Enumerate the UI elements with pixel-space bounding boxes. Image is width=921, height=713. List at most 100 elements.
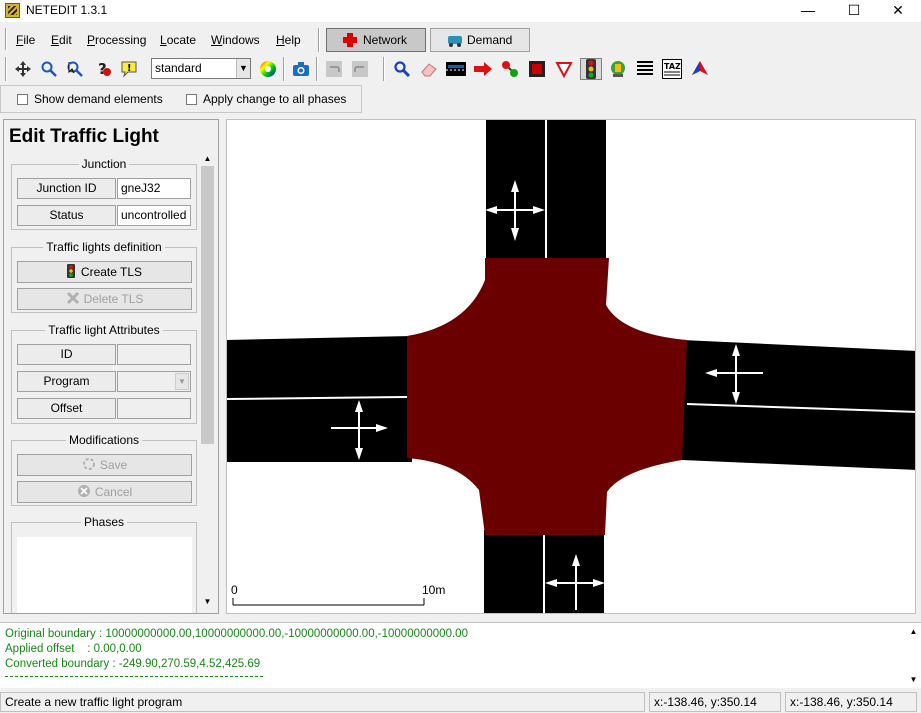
- eraser-icon[interactable]: [418, 58, 440, 80]
- panel-title: Edit Traffic Light: [9, 126, 159, 147]
- console-scroll-up-icon[interactable]: ▲: [906, 625, 921, 639]
- scroll-down-icon[interactable]: ▼: [200, 595, 215, 609]
- scale-bar: [232, 598, 425, 606]
- lane-icon[interactable]: [634, 58, 656, 80]
- scroll-thumb[interactable]: [201, 166, 214, 444]
- save-button[interactable]: Save: [17, 454, 192, 476]
- menu-grip: [5, 28, 7, 50]
- camera-icon[interactable]: [290, 58, 312, 80]
- move-arrow-icon[interactable]: [472, 58, 494, 80]
- prohibition-icon[interactable]: [526, 58, 548, 80]
- connection-icon[interactable]: [499, 58, 521, 80]
- traffic-light-icon: [66, 264, 75, 278]
- console-line-2: Applied offset : 0.00,0.00: [5, 643, 142, 655]
- console-scroll-down-icon[interactable]: ▼: [906, 673, 921, 687]
- view-scheme-select[interactable]: standard ▼: [151, 58, 251, 79]
- message-console: Original boundary : 10000000000.00,10000…: [0, 622, 921, 688]
- console-separator: [5, 676, 263, 677]
- crossing-icon[interactable]: [553, 58, 575, 80]
- demand-icon: [448, 36, 462, 47]
- status-coords-2: x:-138.46, y:350.14: [785, 692, 917, 712]
- console-line-1: Original boundary : 10000000000.00,10000…: [5, 628, 468, 640]
- menu-processing[interactable]: Processing: [87, 33, 146, 47]
- tls-attributes-title: Traffic light Attributes: [45, 323, 163, 337]
- menu-help[interactable]: Help: [276, 33, 301, 47]
- program-label: Program: [17, 371, 116, 392]
- junction-group: Junction Junction ID gneJ32 Status uncon…: [11, 157, 197, 230]
- move-icon[interactable]: [12, 58, 34, 80]
- show-demand-checkbox[interactable]: [17, 94, 28, 105]
- locate-junction-icon[interactable]: [64, 58, 86, 80]
- toolbar-separator-2: [316, 57, 318, 81]
- help-icon[interactable]: ?: [92, 58, 114, 80]
- color-wheel-icon[interactable]: [257, 58, 279, 80]
- delete-tls-button[interactable]: Delete TLS: [17, 288, 192, 310]
- cancel-button[interactable]: Cancel: [17, 481, 192, 503]
- status-label: Status: [17, 205, 116, 226]
- app-icon: [5, 3, 20, 18]
- network-icon: [343, 33, 357, 47]
- delete-x-icon: [66, 291, 79, 305]
- program-select[interactable]: ▼: [117, 371, 191, 392]
- status-bar: Create a new traffic light program x:-13…: [0, 691, 921, 713]
- search-icon[interactable]: [38, 58, 60, 80]
- save-icon: [82, 458, 95, 470]
- view-scheme-value: standard: [155, 61, 202, 75]
- chevron-down-icon[interactable]: ▼: [175, 373, 189, 390]
- scroll-up-icon[interactable]: ▲: [200, 152, 215, 166]
- polygon-icon[interactable]: [689, 58, 711, 80]
- phases-title: Phases: [80, 515, 128, 529]
- phases-group: Phases: [11, 515, 197, 613]
- toolbar-separator: [283, 57, 285, 81]
- junction-id-label: Junction ID: [17, 178, 116, 199]
- scale-start-label: 0: [231, 583, 238, 597]
- network-canvas[interactable]: 0 10m: [226, 119, 916, 614]
- phases-table[interactable]: [17, 537, 192, 613]
- minimize-button[interactable]: —: [785, 0, 831, 22]
- chevron-down-icon[interactable]: ▼: [236, 59, 250, 78]
- menu-edit[interactable]: Edit: [51, 33, 72, 47]
- undo-icon[interactable]: [323, 58, 345, 80]
- window-title: NETEDIT 1.3.1: [26, 3, 108, 17]
- tooltip-icon[interactable]: !: [118, 58, 140, 80]
- tls-attributes-group: Traffic light Attributes ID Program ▼ Of…: [11, 323, 197, 424]
- menu-file[interactable]: File: [16, 33, 35, 47]
- status-coords-1: x:-138.46, y:350.14: [649, 692, 781, 712]
- offset-label: Offset: [17, 398, 116, 419]
- toolbar-separator-3: [383, 57, 385, 81]
- toolbar-grip: [5, 57, 7, 81]
- demand-mode-button[interactable]: Demand: [430, 28, 530, 52]
- scale-end-label: 10m: [422, 583, 446, 597]
- create-edge-icon[interactable]: [445, 58, 467, 80]
- apply-all-phases-checkbox[interactable]: [186, 94, 197, 105]
- menu-windows[interactable]: Windows: [211, 33, 260, 47]
- modifications-title: Modifications: [65, 433, 143, 447]
- status-message: Create a new traffic light program: [0, 692, 645, 712]
- network-mode-button[interactable]: Network: [326, 28, 426, 52]
- additional-icon[interactable]: [607, 58, 629, 80]
- redo-icon[interactable]: [349, 58, 371, 80]
- cancel-icon: [77, 485, 90, 497]
- junction-gneJ32[interactable]: [407, 258, 687, 535]
- title-bar: NETEDIT 1.3.1 — ☐ ✕: [0, 0, 921, 22]
- inspect-icon[interactable]: [391, 58, 413, 80]
- junction-group-title: Junction: [78, 157, 130, 171]
- junction-id-field[interactable]: gneJ32: [117, 178, 191, 199]
- status-field[interactable]: uncontrolled: [117, 205, 191, 226]
- create-tls-button[interactable]: Create TLS: [17, 261, 192, 283]
- console-line-3: Converted boundary : -249.90,270.59,4.52…: [5, 658, 261, 670]
- offset-field[interactable]: [117, 398, 191, 419]
- taz-icon[interactable]: TAZ: [661, 58, 683, 80]
- menu-locate[interactable]: Locate: [160, 33, 196, 47]
- maximize-button[interactable]: ☐: [831, 0, 877, 22]
- network-view[interactable]: [227, 120, 916, 614]
- traffic-light-mode-icon[interactable]: [580, 58, 602, 80]
- apply-all-phases-label: Apply change to all phases: [203, 92, 347, 106]
- svg-text:!: !: [127, 63, 132, 74]
- tls-id-label: ID: [17, 344, 116, 365]
- tls-id-field[interactable]: [117, 344, 191, 365]
- close-button[interactable]: ✕: [875, 0, 921, 22]
- tls-definition-title: Traffic lights definition: [43, 240, 165, 254]
- tls-definition-group: Traffic lights definition Create TLS Del…: [11, 240, 197, 313]
- panel-scrollbar[interactable]: ▲ ▼: [200, 152, 215, 609]
